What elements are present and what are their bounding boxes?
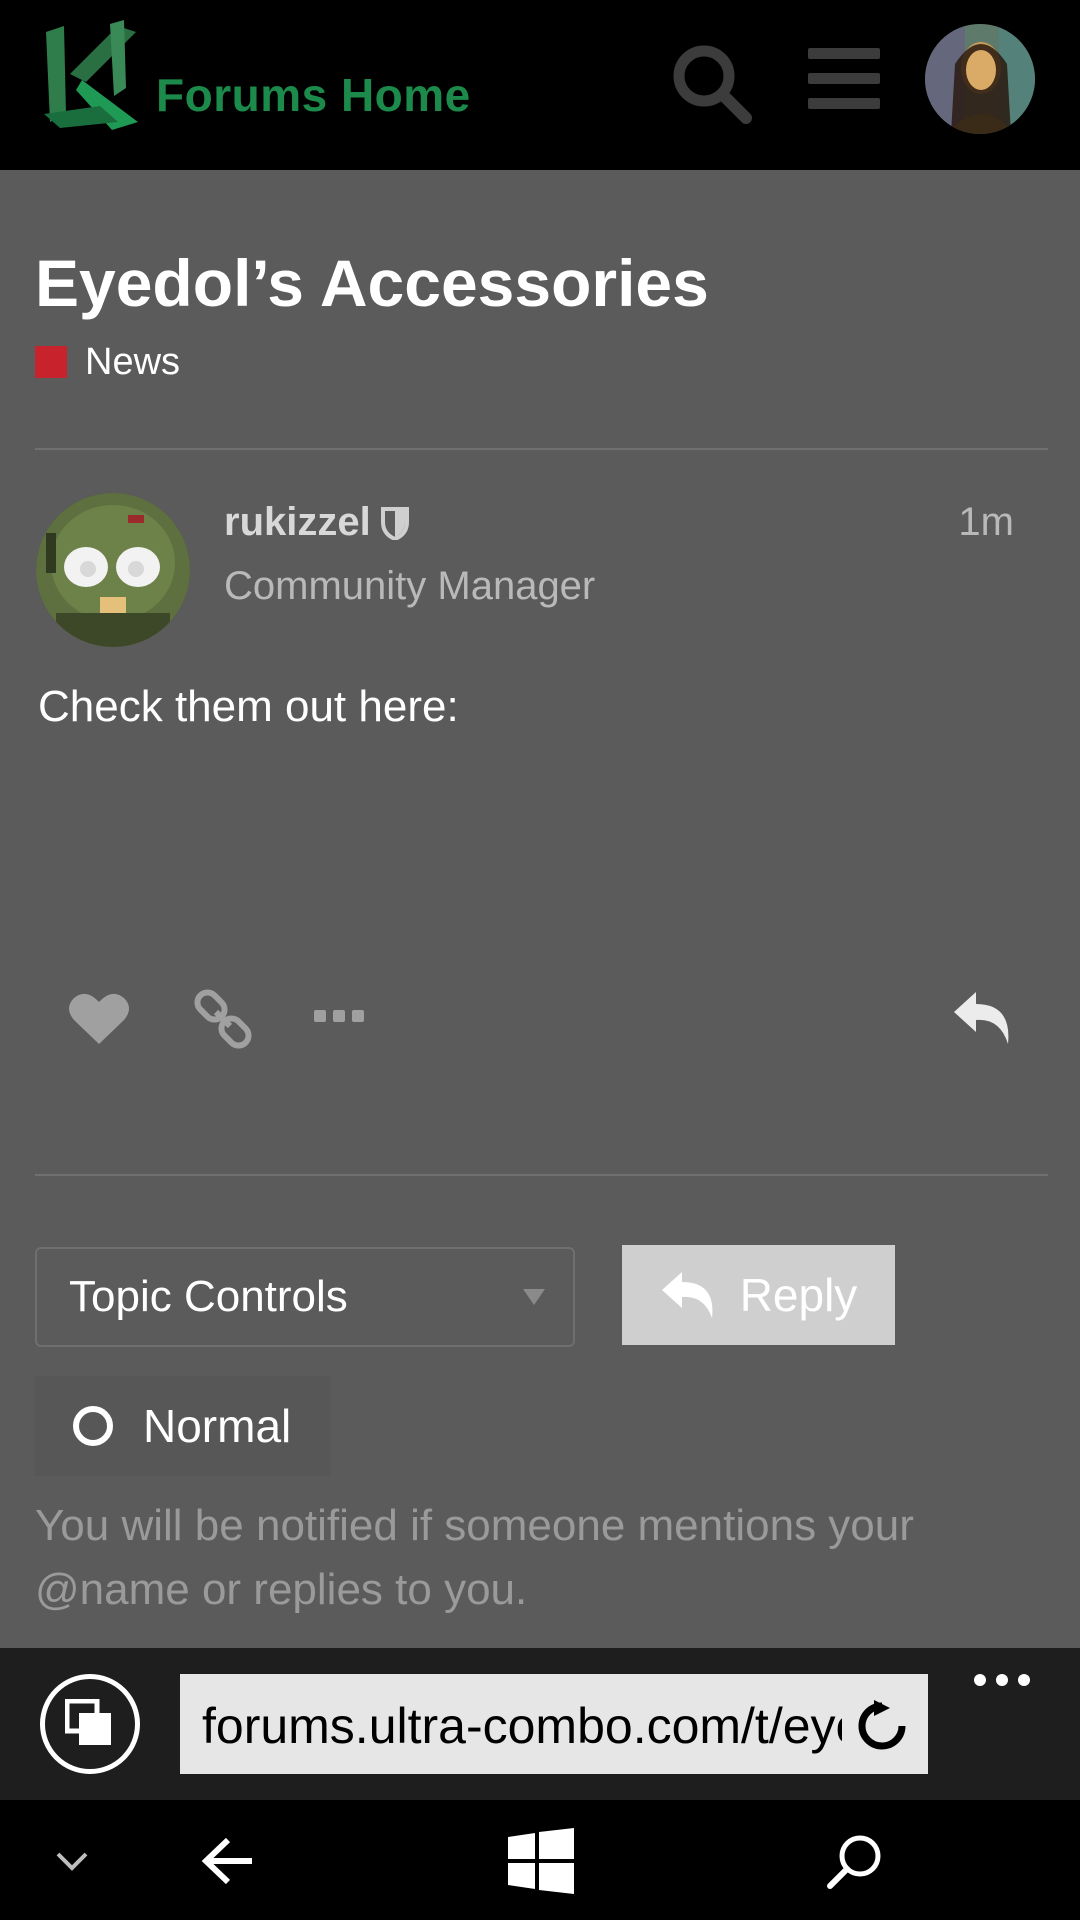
poster-avatar[interactable]: [36, 493, 190, 647]
title-divider: [35, 448, 1048, 450]
notification-level-button[interactable]: Normal: [35, 1376, 331, 1476]
notification-description: You will be notified if someone mentions…: [35, 1501, 914, 1614]
site-header: Forums Home: [0, 0, 1080, 170]
reply-arrow-icon: [661, 1272, 713, 1318]
hamburger-menu-icon[interactable]: [808, 48, 880, 110]
poster-info: rukizzel: [224, 500, 409, 545]
topic-page: Eyedol’s Accessories News rukizzel Commu…: [0, 170, 1080, 1648]
poster-username[interactable]: rukizzel: [224, 500, 371, 545]
topic-controls-dropdown[interactable]: Topic Controls: [35, 1247, 575, 1347]
address-field[interactable]: [180, 1674, 928, 1774]
browser-address-bar: [0, 1648, 1080, 1800]
poster-title: Community Manager: [224, 564, 596, 608]
search-icon[interactable]: [670, 42, 752, 124]
tabs-icon: [65, 1699, 111, 1745]
ki-logo-icon: [44, 20, 138, 130]
caret-down-icon: [523, 1289, 545, 1305]
link-icon[interactable]: [192, 988, 254, 1050]
circle-outline-icon: [73, 1406, 113, 1446]
post-body: Check them out here:: [38, 682, 459, 731]
category-label: News: [85, 340, 181, 383]
forums-home-link[interactable]: Forums Home: [40, 18, 540, 138]
notification-level-label: Normal: [143, 1400, 292, 1452]
category-color-swatch: [35, 346, 67, 378]
post-timestamp[interactable]: 1m: [958, 500, 1014, 545]
chevron-down-icon[interactable]: [54, 1848, 90, 1872]
forums-home-label: Forums Home: [156, 69, 471, 121]
reply-icon[interactable]: [952, 990, 1014, 1046]
system-nav-bar: [0, 1800, 1080, 1920]
back-arrow-icon[interactable]: [200, 1836, 256, 1886]
more-icon[interactable]: [314, 1006, 364, 1026]
post-divider: [35, 1174, 1048, 1176]
tabs-button[interactable]: [40, 1674, 140, 1774]
nav-search-icon[interactable]: [826, 1832, 884, 1890]
reply-button[interactable]: Reply: [622, 1245, 895, 1345]
moderator-shield-icon: [380, 506, 409, 540]
heart-icon[interactable]: [68, 990, 130, 1046]
user-avatar[interactable]: [925, 24, 1035, 134]
browser-more-icon[interactable]: [972, 1668, 1032, 1692]
refresh-icon[interactable]: [856, 1700, 908, 1752]
reply-button-label: Reply: [739, 1269, 858, 1321]
topic-controls-label: Topic Controls: [69, 1272, 348, 1321]
topic-title[interactable]: Eyedol’s Accessories: [35, 245, 709, 321]
avatar-portrait-icon: [925, 24, 1035, 134]
windows-start-icon[interactable]: [508, 1828, 574, 1894]
category-badge[interactable]: News: [35, 340, 181, 383]
zombie-avatar-icon: [36, 493, 190, 647]
url-input[interactable]: [202, 1696, 842, 1756]
